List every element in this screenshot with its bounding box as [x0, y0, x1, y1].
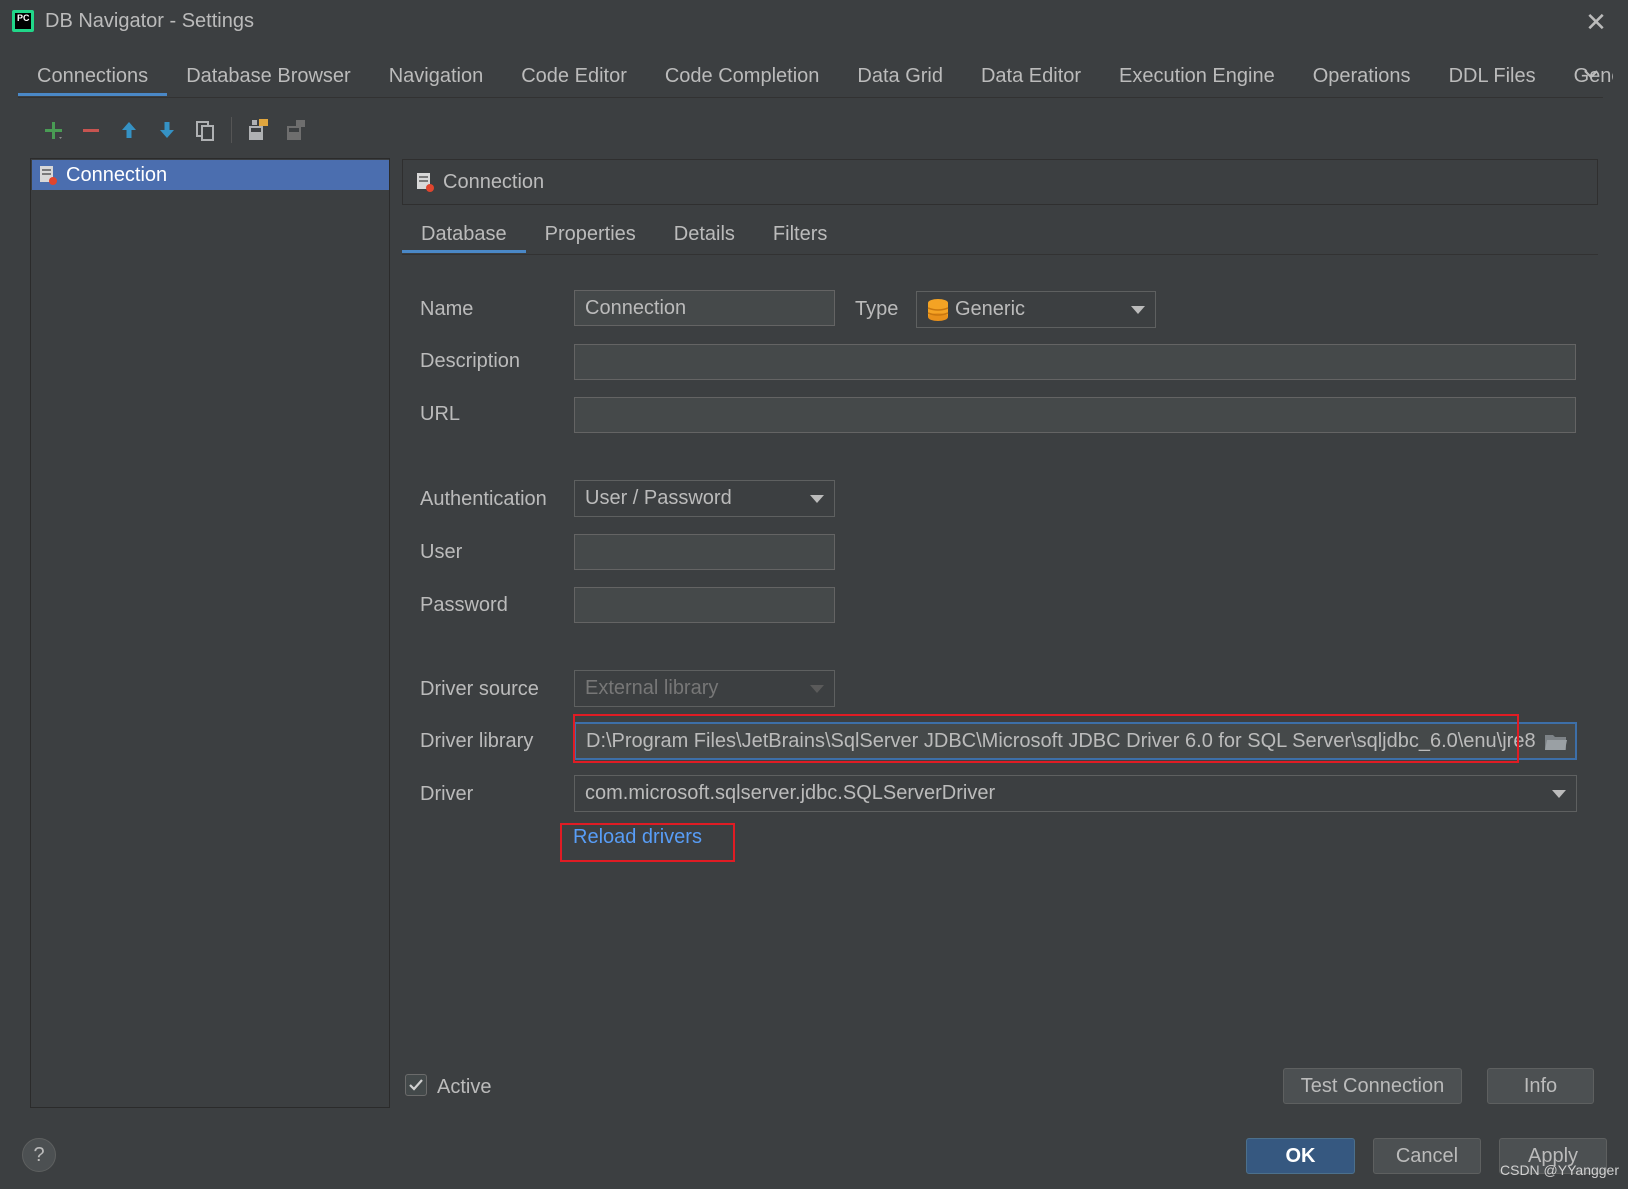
move-up-icon[interactable]	[114, 115, 144, 145]
driver-source-label: Driver source	[420, 678, 539, 700]
sub-tab-divider	[402, 254, 1598, 255]
remove-icon[interactable]	[76, 115, 106, 145]
add-icon[interactable]	[38, 115, 68, 145]
type-label: Type	[855, 298, 899, 320]
driver-label: Driver	[420, 783, 474, 805]
cancel-button[interactable]: Cancel	[1373, 1138, 1481, 1174]
chevron-down-icon[interactable]	[1578, 64, 1604, 90]
tab-filters[interactable]: Filters	[754, 215, 846, 253]
tab-code-editor[interactable]: Code Editor	[502, 56, 646, 96]
app-icon-text: PC	[17, 13, 30, 23]
user-label: User	[420, 541, 463, 563]
type-value: Generic	[955, 298, 1026, 320]
tab-data-grid[interactable]: Data Grid	[838, 56, 962, 96]
description-field[interactable]	[574, 344, 1576, 380]
tab-code-completion[interactable]: Code Completion	[646, 56, 839, 96]
user-field[interactable]	[574, 534, 835, 570]
name-field[interactable]	[574, 290, 835, 326]
connection-sub-tabs: Database Properties Details Filters	[402, 215, 846, 255]
authentication-value: User / Password	[585, 487, 732, 509]
chevron-down-icon	[1552, 790, 1566, 798]
connection-icon	[40, 166, 57, 185]
move-down-icon[interactable]	[152, 115, 182, 145]
list-item-label: Connection	[66, 163, 168, 186]
connection-icon	[417, 173, 434, 192]
tab-data-editor[interactable]: Data Editor	[962, 56, 1100, 96]
toolbar-separator	[231, 117, 232, 143]
tab-details[interactable]: Details	[655, 215, 754, 253]
info-button[interactable]: Info	[1487, 1068, 1594, 1104]
settings-tab-bar: Connections Database Browser Navigation …	[18, 56, 1613, 98]
tab-bar-divider	[18, 97, 1603, 98]
driver-source-value: External library	[585, 677, 719, 699]
watermark: CSDN @YYangger	[1500, 1162, 1619, 1178]
reload-drivers-link[interactable]: Reload drivers	[573, 826, 702, 849]
export-icon[interactable]	[243, 115, 273, 145]
test-connection-button[interactable]: Test Connection	[1283, 1068, 1462, 1104]
url-field[interactable]	[574, 397, 1576, 433]
tab-navigation[interactable]: Navigation	[370, 56, 503, 96]
folder-icon[interactable]	[1541, 728, 1571, 756]
chevron-down-icon	[810, 685, 824, 693]
connection-header: Connection	[402, 159, 1598, 205]
help-button[interactable]: ?	[22, 1138, 56, 1172]
authentication-label: Authentication	[420, 488, 547, 510]
name-label: Name	[420, 298, 474, 320]
authentication-dropdown[interactable]: User / Password	[574, 480, 835, 517]
active-checkbox[interactable]	[405, 1074, 427, 1096]
tab-database[interactable]: Database	[402, 215, 526, 253]
connection-header-title: Connection	[443, 170, 545, 193]
active-label: Active	[437, 1076, 492, 1098]
import-icon[interactable]	[281, 115, 311, 145]
chevron-down-icon	[810, 495, 824, 503]
connections-toolbar	[38, 115, 311, 145]
password-label: Password	[420, 594, 508, 616]
tab-operations[interactable]: Operations	[1294, 56, 1430, 96]
password-field[interactable]	[574, 587, 835, 623]
tab-database-browser[interactable]: Database Browser	[167, 56, 370, 96]
driver-source-dropdown[interactable]: External library	[574, 670, 835, 707]
list-item-connection[interactable]: Connection	[32, 160, 389, 190]
close-icon[interactable]: ✕	[1580, 6, 1612, 38]
driver-library-value: D:\Program Files\JetBrains\SqlServer JDB…	[586, 730, 1536, 752]
connection-list: Connection	[30, 158, 390, 1108]
tab-execution-engine[interactable]: Execution Engine	[1100, 56, 1294, 96]
tab-connections[interactable]: Connections	[18, 56, 168, 96]
chevron-down-icon	[1131, 306, 1145, 314]
description-label: Description	[420, 350, 521, 372]
driver-dropdown[interactable]: com.microsoft.sqlserver.jdbc.SQLServerDr…	[574, 775, 1577, 812]
window-title: DB Navigator - Settings	[45, 10, 254, 32]
tab-ddl-files[interactable]: DDL Files	[1430, 56, 1555, 96]
driver-library-label: Driver library	[420, 730, 534, 752]
ok-button[interactable]: OK	[1246, 1138, 1355, 1174]
type-dropdown[interactable]: Generic	[916, 291, 1156, 328]
tab-properties[interactable]: Properties	[526, 215, 655, 253]
url-label: URL	[420, 403, 461, 425]
copy-icon[interactable]	[190, 115, 220, 145]
database-icon	[927, 299, 949, 321]
checkmark-icon	[409, 1079, 423, 1091]
driver-library-field[interactable]: D:\Program Files\JetBrains\SqlServer JDB…	[574, 722, 1577, 760]
driver-value: com.microsoft.sqlserver.jdbc.SQLServerDr…	[585, 782, 996, 804]
app-icon: PC	[12, 10, 34, 32]
